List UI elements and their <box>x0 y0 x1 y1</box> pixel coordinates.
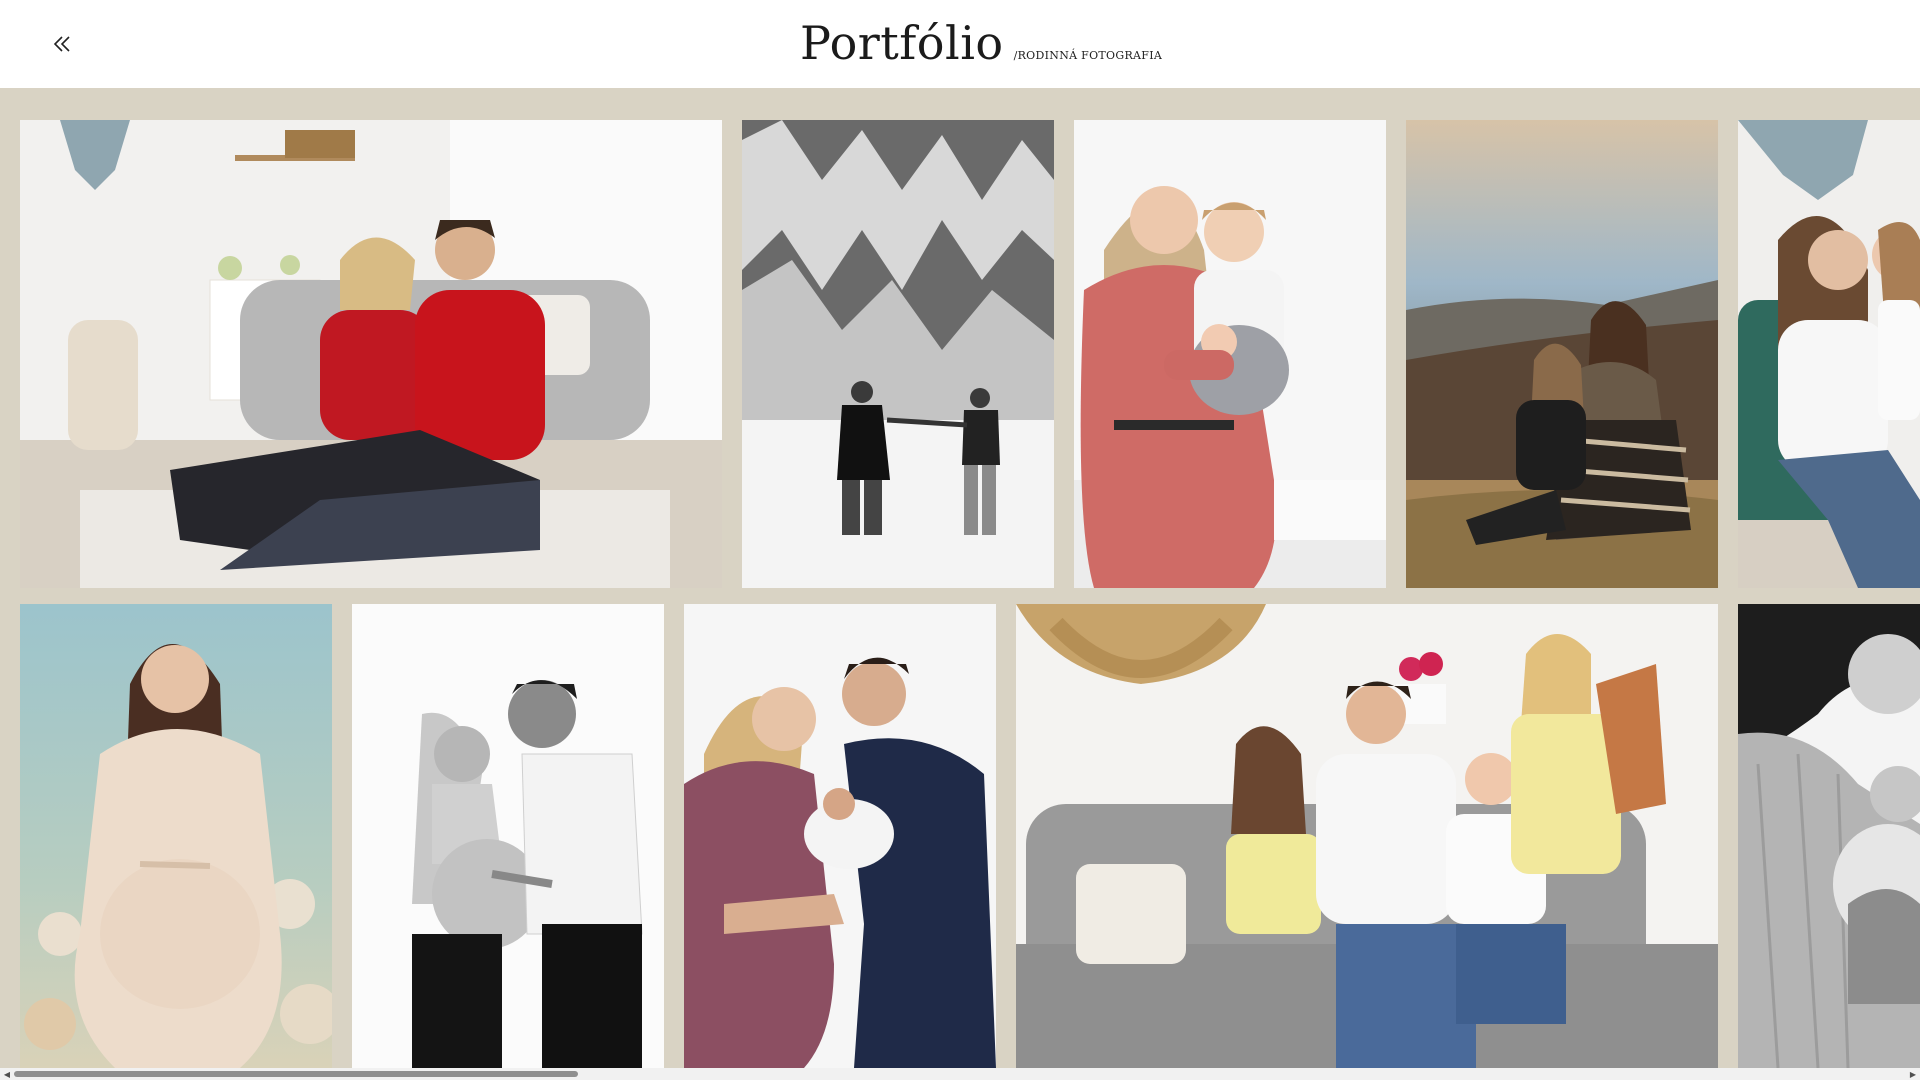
header: Portfólio /RODINNÁ FOTOGRAFIA <box>0 0 1920 88</box>
horizontal-scrollbar[interactable]: ◀ ▶ <box>0 1068 1920 1080</box>
scroll-right-arrow-icon[interactable]: ▶ <box>1906 1068 1920 1080</box>
photo-mother-daughter-hills[interactable] <box>1406 120 1718 588</box>
photo-parents-newborn[interactable] <box>684 604 996 1068</box>
scrollbar-thumb[interactable] <box>14 1071 578 1077</box>
photo-couple-snow-forest-bw[interactable] <box>742 120 1054 588</box>
scroll-left-arrow-icon[interactable]: ◀ <box>0 1068 14 1080</box>
back-button[interactable] <box>44 24 80 64</box>
page-title-group: Portfólio /RODINNÁ FOTOGRAFIA <box>800 14 1162 72</box>
page-subtitle: /RODINNÁ FOTOGRAFIA <box>1013 49 1163 62</box>
photo-gallery[interactable] <box>0 88 1920 1068</box>
photo-mother-daughter-green-chair[interactable] <box>1738 120 1920 588</box>
double-chevron-left-icon <box>53 36 70 52</box>
page-title: Portfólio <box>800 16 1004 70</box>
photo-pregnant-woman-flowers[interactable] <box>20 604 332 1068</box>
photo-couple-red-sofa[interactable] <box>20 120 722 588</box>
photo-mother-newborn-bw[interactable] <box>1738 604 1920 1068</box>
photo-couple-pregnancy-bw[interactable] <box>352 604 664 1068</box>
photo-mother-son-newborn[interactable] <box>1074 120 1386 588</box>
photo-family-four-sofa[interactable] <box>1016 604 1718 1068</box>
